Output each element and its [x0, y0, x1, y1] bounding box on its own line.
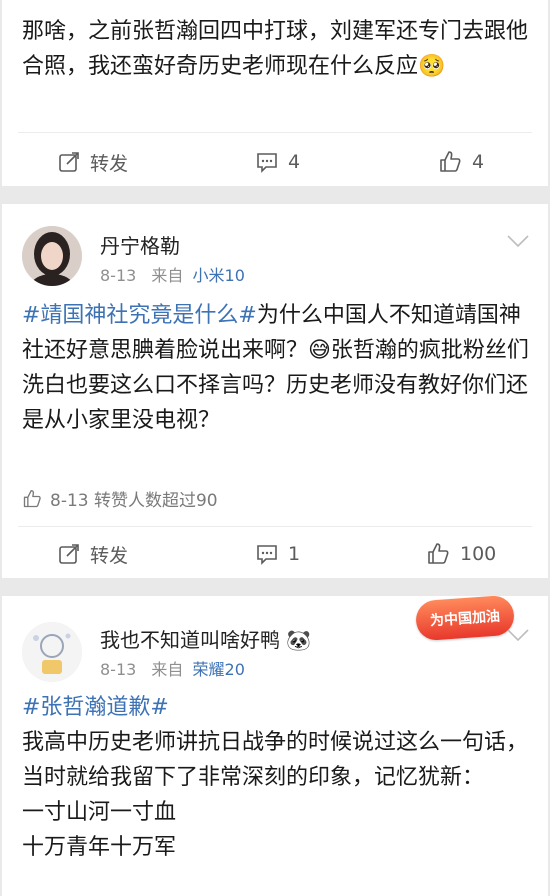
divider: [18, 132, 532, 133]
post-date: 8-13: [100, 266, 137, 285]
like-icon: [440, 151, 461, 172]
action-bar: 转发 1 100: [2, 534, 548, 574]
liked-line: 8-13 转赞人数超过90: [22, 486, 218, 511]
badge: 为中国加油: [414, 596, 516, 642]
feed: 那啥，之前张哲瀚回四中打球，刘建军还专门去跟他合照，我还蛮好奇历史老师现在什么反…: [0, 0, 550, 896]
post-header: 丹宁格勒 8-13 来自 小米10: [2, 204, 548, 286]
post-card-1: 那啥，之前张哲瀚回四中打球，刘建军还专门去跟他合照，我还蛮好奇历史老师现在什么反…: [2, 0, 548, 186]
post-card-3: 我也不知道叫啥好鸭 🐼 8-13 来自 荣耀20 为中国加油 #张哲瀚道歉# 我…: [2, 596, 548, 896]
like-icon: [23, 489, 41, 507]
username[interactable]: 丹宁格勒: [100, 230, 180, 259]
hashtag-link[interactable]: #张哲瀚道歉#: [22, 695, 169, 720]
post-text: 我高中历史老师讲抗日战争的时候说过这么一句话，当时就给我留下了非常深刻的印象，记…: [22, 730, 529, 860]
repost-icon: [59, 544, 79, 564]
post-meta: 8-13 来自 小米10: [100, 262, 245, 286]
chevron-down-icon[interactable]: [506, 628, 530, 642]
liked-line-text: 8-13 转赞人数超过90: [50, 491, 218, 511]
post-body: #靖国神社究竟是什么#为什么中国人不知道靖国神社还好意思腆着脸说出来啊？😅张哲瀚…: [22, 298, 534, 438]
like-count: 4: [472, 151, 485, 173]
avatar[interactable]: [22, 226, 82, 286]
comment-button[interactable]: 4: [256, 142, 300, 182]
post-meta: 8-13 来自 荣耀20: [100, 656, 245, 680]
username[interactable]: 我也不知道叫啥好鸭 🐼: [100, 624, 311, 653]
comment-icon: [257, 153, 277, 173]
like-button[interactable]: 4: [438, 142, 484, 182]
repost-button[interactable]: 转发: [58, 142, 128, 182]
comment-count: 1: [288, 543, 301, 565]
device-link[interactable]: 小米10: [193, 266, 245, 285]
post-date: 8-13: [100, 660, 137, 679]
post-body: #张哲瀚道歉# 我高中历史老师讲抗日战争的时候说过这么一句话，当时就给我留下了非…: [22, 690, 534, 865]
post-card-2: 丹宁格勒 8-13 来自 小米10 #靖国神社究竟是什么#为什么中国人不知道靖国…: [2, 204, 548, 578]
hashtag-link[interactable]: #靖国神社究竟是什么#: [22, 303, 257, 328]
repost-label: 转发: [90, 152, 129, 175]
like-icon: [428, 543, 449, 564]
divider: [18, 526, 532, 527]
comment-icon: [257, 545, 277, 565]
like-button[interactable]: 100: [426, 534, 496, 574]
from-label: 来自: [151, 266, 184, 285]
avatar[interactable]: [22, 622, 82, 682]
comment-count: 4: [288, 151, 301, 173]
repost-label: 转发: [90, 544, 129, 567]
post-text: 那啥，之前张哲瀚回四中打球，刘建军还专门去跟他合照，我还蛮好奇历史老师现在什么反…: [22, 19, 529, 79]
repost-button[interactable]: 转发: [58, 534, 128, 574]
comment-button[interactable]: 1: [256, 534, 300, 574]
like-count: 100: [460, 543, 497, 565]
chevron-down-icon[interactable]: [506, 234, 530, 248]
device-link[interactable]: 荣耀20: [193, 660, 245, 679]
action-bar: 转发 4 4: [2, 142, 548, 182]
from-label: 来自: [151, 660, 184, 679]
post-header: 我也不知道叫啥好鸭 🐼 8-13 来自 荣耀20 为中国加油: [2, 596, 548, 682]
repost-icon: [59, 152, 79, 172]
